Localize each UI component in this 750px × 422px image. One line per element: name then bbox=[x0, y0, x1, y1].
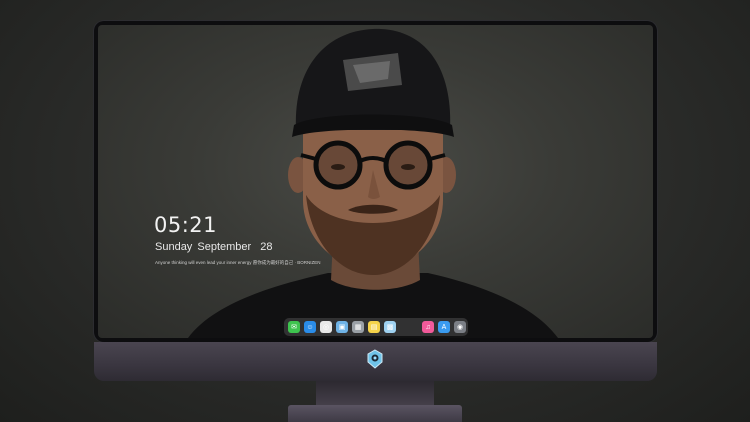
date-month: September bbox=[197, 241, 252, 253]
brand-logo-icon bbox=[367, 349, 383, 369]
camera-icon[interactable]: ◉ bbox=[454, 321, 466, 333]
wallpaper-portrait bbox=[188, 28, 558, 338]
monitor-bezel: 05:21 Sunday September 28 Anyone thinkin… bbox=[94, 21, 657, 342]
safari-icon[interactable]: ◎ bbox=[320, 321, 332, 333]
preview-icon[interactable]: ▣ bbox=[336, 321, 348, 333]
lockscreen-time: 05:21 bbox=[154, 213, 218, 237]
monitor-stand-base bbox=[288, 405, 462, 422]
date-weekday: Sunday bbox=[155, 241, 193, 253]
clapper-icon[interactable]: ▦ bbox=[352, 321, 364, 333]
messages-icon[interactable]: ✉ bbox=[288, 321, 300, 333]
lockscreen-quote: Anyone thinking will even lead your inne… bbox=[155, 260, 321, 265]
dock: ✉ ☺ ◎ ▣ ▦ ▤ ▩ ♫ A ◉ bbox=[284, 318, 468, 336]
lockscreen-date: Sunday September 28 bbox=[155, 241, 275, 253]
photos-icon[interactable]: ▩ bbox=[384, 321, 396, 333]
imac-monitor: 05:21 Sunday September 28 Anyone thinkin… bbox=[94, 21, 657, 381]
appstore-icon[interactable]: A bbox=[438, 321, 450, 333]
finder-icon[interactable]: ☺ bbox=[304, 321, 316, 333]
music-icon[interactable]: ♫ bbox=[422, 321, 434, 333]
notes-icon[interactable]: ▤ bbox=[368, 321, 380, 333]
desktop-screen: 05:21 Sunday September 28 Anyone thinkin… bbox=[98, 25, 653, 338]
monitor-stand bbox=[316, 381, 434, 407]
date-day: 28 bbox=[260, 241, 273, 253]
